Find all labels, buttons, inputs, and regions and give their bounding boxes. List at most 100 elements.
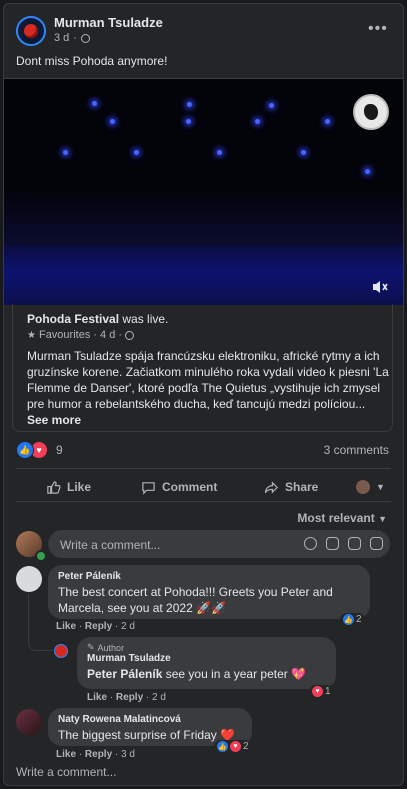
stage-light (255, 119, 260, 124)
write-comment-link[interactable]: Write a comment... (16, 765, 116, 779)
reply-text-body: see you in a year peter 💖 (162, 667, 307, 681)
caret-down-icon: ▼ (378, 514, 387, 524)
post-author-name[interactable]: Murman Tsuladze (54, 15, 163, 30)
shared-favourites: Favourites (38, 329, 91, 341)
love-reaction-icon: ♥ (312, 686, 323, 697)
comment-like-link[interactable]: Like (56, 749, 76, 760)
comment-text: The best concert at Pohoda!!! Greets you… (58, 585, 333, 615)
speaker-muted-icon[interactable] (371, 279, 389, 295)
stage-light (63, 150, 68, 155)
reply-bubble: ✎ Author Murman Tsuladze Peter Páleník s… (77, 637, 336, 689)
shared-time[interactable]: · 4 d · (93, 329, 122, 341)
post-meta: 3 d · (54, 32, 90, 44)
sort-label: Most relevant (297, 511, 375, 525)
like-reaction-icon: 👍 (343, 614, 354, 625)
commenter-avatar[interactable] (16, 709, 42, 735)
stage-light (217, 150, 222, 155)
sort-comments-dropdown[interactable]: Most relevant ▼ (297, 511, 387, 525)
comments-count-link[interactable]: 3 comments (324, 443, 389, 457)
shared-body-text: Murman Tsuladze spája francúzsku elektro… (27, 349, 389, 411)
thumbs-up-icon (47, 480, 61, 494)
profile-avatar-icon (356, 480, 370, 494)
share-label: Share (285, 480, 319, 494)
share-arrow-icon (264, 480, 278, 494)
comment-reaction-count: 2 (356, 614, 362, 625)
stage-light (92, 101, 97, 106)
shared-live-card[interactable]: Pohoda Festival was live. ★ Favourites ·… (12, 304, 393, 432)
reply-reply-link[interactable]: Reply (116, 692, 143, 703)
comment-bubble: Peter Páleník The best concert at Pohoda… (48, 565, 370, 619)
video-player[interactable] (4, 78, 403, 305)
react-as-button[interactable]: ▼ (356, 476, 385, 498)
comment-time[interactable]: 2 d (121, 621, 135, 632)
comment-time[interactable]: 3 d (121, 749, 135, 760)
comment-reactions[interactable]: 👍 2 (340, 613, 365, 626)
comment-reply-link[interactable]: Reply (85, 749, 112, 760)
reaction-count: 9 (56, 443, 63, 457)
author-badge: ✎ Author (87, 642, 326, 653)
comment-reply-link[interactable]: Reply (85, 621, 112, 632)
comment-actions: Like · Reply · 2 d (56, 621, 135, 632)
reply-time[interactable]: 2 d (152, 692, 166, 703)
love-reaction-icon: ♥ (230, 741, 241, 752)
post-card: Murman Tsuladze 3 d · ••• Dont miss Poho… (3, 3, 404, 786)
shared-body: Murman Tsuladze spája francúzsku elektro… (27, 348, 389, 428)
comment-button[interactable]: Comment (141, 476, 217, 498)
comment-input[interactable] (58, 536, 292, 554)
sticker-icon[interactable] (370, 537, 383, 550)
post-text: Dont miss Pohoda anymore! (16, 54, 168, 68)
emoji-icon[interactable] (304, 537, 317, 550)
divider (16, 501, 391, 502)
stage-light (134, 150, 139, 155)
stage-light (325, 119, 330, 124)
comment-like-link[interactable]: Like (56, 621, 76, 632)
reply-text: Peter Páleník see you in a year peter 💖 (87, 666, 326, 682)
reply-like-link[interactable]: Like (87, 692, 107, 703)
reply-author-avatar[interactable] (54, 644, 68, 658)
reply-actions: Like · Reply · 2 d (87, 692, 166, 703)
stage-light (269, 103, 274, 108)
shared-page-name[interactable]: Pohoda Festival (27, 312, 119, 326)
like-reaction-icon: 👍 (217, 741, 228, 752)
share-button[interactable]: Share (264, 476, 318, 498)
gif-icon[interactable] (348, 537, 361, 550)
comment-author[interactable]: Naty Rowena Malatincová (58, 714, 242, 725)
reply-thread-line (28, 594, 53, 651)
caret-down-icon: ▼ (376, 482, 385, 492)
like-reaction-icon: 👍 (16, 441, 34, 459)
comment-composer[interactable] (48, 530, 390, 558)
post-author-avatar[interactable] (16, 16, 46, 46)
video-stage (4, 245, 403, 305)
reply-reactions[interactable]: ♥ 1 (309, 685, 334, 698)
stage-light (301, 150, 306, 155)
speech-bubble-icon (142, 481, 155, 495)
stage-light (186, 119, 191, 124)
reply-reaction-count: 1 (325, 686, 331, 697)
comment-label: Comment (162, 480, 218, 494)
camera-icon[interactable] (326, 537, 339, 550)
pencil-icon: ✎ (87, 642, 95, 652)
more-options-button[interactable]: ••• (368, 20, 388, 38)
stage-light (187, 102, 192, 107)
divider (16, 468, 391, 469)
comment-reactions[interactable]: 👍 ♥ 2 (214, 740, 252, 753)
stage-light (365, 169, 370, 174)
reply-author[interactable]: Murman Tsuladze (87, 653, 326, 664)
shared-subline: ★ Favourites · 4 d · (27, 329, 135, 341)
online-status-dot (35, 550, 47, 562)
comment-actions: Like · Reply · 3 d (56, 749, 135, 760)
reply-mention[interactable]: Peter Páleník (87, 667, 162, 681)
like-label: Like (67, 480, 92, 494)
author-badge-label: Author (97, 642, 125, 653)
like-button[interactable]: Like (46, 476, 91, 498)
pohoda-logo[interactable] (353, 94, 389, 130)
comment-author[interactable]: Peter Páleník (58, 571, 360, 582)
star-icon: ★ (27, 329, 36, 341)
post-time[interactable]: 3 d (54, 32, 69, 44)
see-more-link[interactable]: See more (27, 413, 81, 427)
reaction-summary[interactable]: 👍 ♥ 9 (16, 441, 63, 459)
globe-icon (125, 330, 135, 340)
globe-icon (80, 33, 90, 43)
commenter-avatar[interactable] (16, 566, 42, 592)
shared-status: was live. (119, 312, 169, 326)
